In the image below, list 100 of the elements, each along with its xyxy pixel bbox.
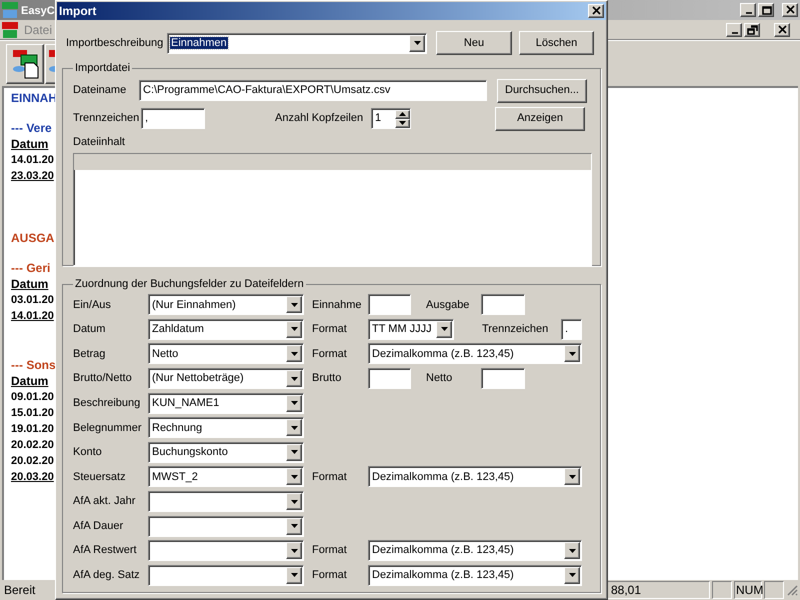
group-heading: --- Vere [11,120,52,136]
dropdown-arrow-icon [290,500,298,504]
dropdown[interactable]: (Nur Nettobeträge) [148,368,304,390]
field-label: Anzahl Kopfzeilen [275,111,364,126]
window-title: EasyC [21,4,55,17]
dropdown[interactable]: Netto [148,343,304,364]
dropdown[interactable]: Dezimalkomma (z.B. 123,45) [368,540,582,562]
resize-grip-icon [786,584,798,596]
dropdown[interactable] [148,540,304,562]
field-label: Steuersatz [73,470,127,485]
field-label: Dateiinhalt [73,134,125,150]
dropdown[interactable]: Dezimalkomma (z.B. 123,45) [368,564,582,586]
text-field[interactable]: . [561,318,582,340]
field-label: Trennzeichen [482,322,550,338]
dropdown-arrow-icon [399,121,406,125]
text-field[interactable] [368,368,411,390]
field-label: Format [312,543,348,558]
field-label: AfA Dauer [73,518,124,534]
number-spinner[interactable]: 1 [371,108,411,129]
date-text: 23.03.20 [11,169,54,184]
field-label: Ein/Aus [73,298,112,313]
date-text: 09.01.20 [11,390,54,405]
dropdown[interactable]: Zahldatum [148,318,304,340]
field-label: Netto [426,371,454,386]
toolbar-button[interactable] [6,44,44,84]
field-label: Format [312,346,348,362]
field-label: Importbeschreibung [66,36,164,51]
dropdown-arrow-icon [290,474,298,479]
text-field[interactable] [368,294,411,316]
document-icon [11,48,39,78]
field-label: Format [312,470,348,485]
dropdown[interactable]: Rechnung [148,417,304,438]
field-label: AfA deg. Satz [73,568,141,584]
close-icon[interactable] [782,3,798,17]
date-text: 20.02.20 [11,454,54,469]
group-title: Importdatei [74,61,132,76]
field-label: Beschreibung [73,396,142,411]
field-label: Einnahme [312,298,363,313]
maximize-icon[interactable] [758,3,774,17]
minimize-icon[interactable] [726,22,742,36]
dropdown[interactable]: MWST_2 [148,466,304,488]
column-header: Datum [11,136,48,152]
dropdown-arrow-icon [568,573,576,578]
dialog-button[interactable]: Löschen [519,31,594,55]
field-label: Format [312,322,348,338]
status-panel: NUM [734,581,762,599]
field-label: Brutto [312,371,342,386]
field-label: Konto [73,445,103,460]
dropdown[interactable] [148,491,304,512]
dialog-button[interactable]: Anzeigen [495,106,585,130]
dropdown-arrow-icon [290,548,298,553]
dropdown-arrow-icon [568,548,576,553]
dropdown-arrow-icon [290,302,298,307]
column-header: Datum [11,276,48,292]
window-title: Import [59,3,98,20]
up-arrow-icon [399,112,406,116]
close-icon[interactable] [774,22,790,36]
field-label: Belegnummer [73,420,142,436]
dropdown-arrow-icon [290,450,298,454]
dropdown-arrow-icon [568,474,576,479]
date-text: 03.01.20 [11,293,54,308]
section-heading: EINNAH [11,90,58,106]
status-text: Bereit [3,582,36,599]
dropdown[interactable]: Dezimalkomma (z.B. 123,45) [368,466,582,488]
field-label: Ausgabe [426,298,470,313]
minimize-icon[interactable] [740,3,756,17]
restore-icon[interactable] [744,22,760,36]
field-label: AfA Restwert [73,543,138,558]
dropdown[interactable]: KUN_NAME1 [148,392,304,414]
field-label: Format [312,568,348,584]
field-label: Betrag [73,346,106,362]
field-label: Datum [73,322,106,338]
dropdown[interactable]: TT MM JJJJ [368,318,454,340]
date-text: 14.01.20 [11,153,54,168]
dropdown[interactable]: (Nur Einnahmen) [148,294,304,316]
close-icon[interactable] [588,4,604,18]
text-field[interactable] [481,294,525,316]
dropdown-arrow-icon [290,426,298,430]
dialog-button[interactable]: Durchsuchen... [497,78,587,102]
date-text: 20.03.20 [11,470,54,485]
text-field[interactable]: , [141,108,205,129]
group-heading: --- Sons [11,357,56,373]
dropdown[interactable] [148,564,304,586]
text-field[interactable]: C:\Programme\CAO-Faktura\EXPORT\Umsatz.csv [139,80,487,101]
dropdown[interactable]: Dezimalkomma (z.B. 123,45) [368,343,582,364]
date-text: 19.01.20 [11,422,54,437]
dialog-button[interactable]: Neu [436,31,512,55]
field-label: Dateiname [73,83,128,98]
dropdown[interactable] [148,516,304,537]
section-heading: AUSGA [11,230,54,246]
field-label: AfA akt. Jahr [73,494,136,510]
group-title: Zuordnung der Buchungsfelder zu Dateifeldern [74,277,305,292]
text-field[interactable] [481,368,525,390]
dropdown-arrow-icon [290,327,298,332]
column-header: Datum [11,373,48,389]
group-heading: --- Geri [11,260,50,276]
dropdown[interactable]: Einnahmen [167,32,427,54]
dropdown[interactable]: Buchungskonto [148,442,304,463]
dropdown-arrow-icon [290,352,298,356]
date-text: 14.01.20 [11,309,54,324]
